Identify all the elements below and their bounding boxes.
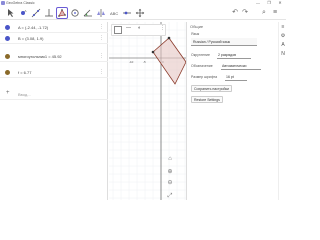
algebra-row-f[interactable]: f = 6.77 ⋮ [0, 67, 108, 78]
rounding-value: 2 разрядов [218, 53, 237, 57]
line-style-button[interactable]: — [126, 25, 131, 31]
visibility-toggle[interactable] [5, 25, 10, 30]
more-options-icon[interactable]: ⋮ [160, 25, 165, 31]
line-tool-icon[interactable] [31, 8, 41, 18]
zoom-in-icon[interactable]: ⊕ [166, 168, 174, 176]
rounding-dropdown[interactable]: 2 разрядов [217, 51, 251, 59]
restore-settings-button[interactable]: Restore Settings [191, 96, 223, 103]
algebra-row-label: f = 6.77 [18, 70, 32, 75]
move-graphics-tool-icon[interactable] [135, 8, 145, 18]
algebra-settings-icon[interactable]: A [280, 42, 286, 48]
algebra-row-label: A = (-2.44, -1.72) [18, 25, 49, 30]
save-settings-label: Сохранить настройки [194, 87, 229, 91]
font-size-label: Размер шрифта [191, 75, 218, 79]
point-a [151, 50, 155, 54]
perpendicular-tool-icon[interactable] [44, 8, 54, 18]
visibility-toggle[interactable] [5, 36, 10, 41]
home-icon[interactable]: ⌂ [166, 155, 174, 163]
window-title: GeoGebra Classic [6, 1, 35, 5]
search-icon[interactable]: ⌕ [260, 9, 268, 17]
visibility-toggle[interactable] [5, 70, 10, 75]
toolbar: A ABC ↶ ↷ ⌕ ≡ [0, 6, 286, 20]
algebra-row-b[interactable]: B = (3.08, 1.9) ⋮ [0, 33, 108, 44]
geogebra-logo-icon [1, 1, 5, 5]
polygon-tool-icon[interactable] [56, 7, 68, 19]
graphics-style-bar: — ◐ ⋮ [111, 24, 166, 36]
x-tick-label: -5 [143, 60, 146, 64]
color-swatch-button[interactable] [114, 26, 122, 34]
x-tick-label: -10 [129, 60, 134, 64]
algebra-row-label: многоугольник1 = 45.92 [18, 54, 62, 59]
graphics-settings-icon[interactable]: N [280, 51, 286, 57]
fullscreen-icon[interactable]: ⤢ [166, 192, 174, 200]
graphics-canvas[interactable]: -10 -5 0 [109, 22, 186, 200]
properties-side-bar: ≡ ⚙ A N [278, 22, 286, 200]
more-options-icon[interactable]: ⋮ [99, 24, 104, 30]
slider-tool-icon[interactable] [122, 8, 132, 18]
algebra-row-polygon[interactable]: многоугольник1 = 45.92 ⋮ [0, 51, 108, 62]
more-options-icon[interactable]: ⋮ [99, 69, 104, 75]
algebra-row-label: B = (3.08, 1.9) [18, 36, 44, 41]
circle-tool-icon[interactable] [70, 8, 80, 18]
reflect-tool-icon[interactable] [96, 8, 106, 18]
properties-header: Общие [190, 24, 204, 29]
menu-icon[interactable]: ≡ [271, 9, 279, 17]
settings-gear-icon[interactable]: ⚙ [280, 33, 286, 39]
close-panel-icon[interactable]: ≡ [280, 24, 286, 30]
restore-settings-label: Restore Settings [194, 98, 220, 102]
language-label: Язык [191, 32, 200, 36]
point-tool-icon[interactable]: A [18, 8, 28, 18]
labeling-dropdown[interactable]: Автоматически [221, 62, 261, 70]
font-size-dropdown[interactable]: 16 pt [225, 73, 247, 81]
labeling-value: Автоматически [222, 64, 247, 68]
zoom-out-icon[interactable]: ⊖ [166, 179, 174, 187]
algebra-row-a[interactable]: A = (-2.44, -1.72) ⋮ [0, 22, 108, 33]
rounding-label: Округление [191, 53, 210, 57]
more-options-icon[interactable]: ⋮ [99, 53, 104, 59]
language-value: Russian / Русский язык [193, 40, 231, 44]
polygon-shape [152, 37, 186, 85]
save-settings-button[interactable]: Сохранить настройки [191, 85, 232, 92]
labeling-label: Обозначение [191, 64, 213, 68]
visibility-toggle[interactable] [5, 54, 10, 59]
algebra-input[interactable]: + Ввод... [0, 89, 108, 100]
svg-text:A: A [25, 9, 27, 13]
redo-button[interactable]: ↷ [241, 9, 249, 17]
font-size-value: 16 pt [226, 75, 234, 79]
svg-text:ABC: ABC [110, 11, 118, 16]
add-icon[interactable]: + [6, 90, 10, 96]
language-dropdown[interactable]: Russian / Русский язык [191, 38, 257, 46]
graphics-view[interactable]: -10 -5 0 — ◐ ⋮ ⌂ ⊕ ⊖ ⤢ [109, 22, 186, 200]
fill-style-button[interactable]: ◐ [138, 25, 141, 31]
algebra-view: A = (-2.44, -1.72) ⋮ B = (3.08, 1.9) ⋮ м… [0, 22, 108, 200]
undo-button[interactable]: ↶ [231, 9, 239, 17]
text-tool-icon[interactable]: ABC [109, 8, 119, 18]
more-options-icon[interactable]: ⋮ [99, 35, 104, 41]
point-b [167, 36, 171, 40]
properties-panel: Общие Язык Russian / Русский язык Округл… [186, 22, 278, 200]
move-tool-icon[interactable] [5, 8, 15, 18]
angle-tool-icon[interactable] [83, 8, 93, 18]
input-placeholder[interactable]: Ввод... [18, 92, 31, 97]
